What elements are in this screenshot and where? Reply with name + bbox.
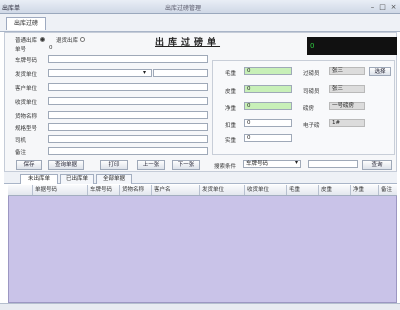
window-title: 出库过磅管理 [165,5,202,12]
grid-header-cell[interactable]: 净重 [351,185,379,195]
remark-input[interactable] [48,147,208,155]
search-field-select[interactable]: 车牌号码 [243,160,301,168]
grid-header-cell[interactable]: 客户名 [152,185,200,195]
net-label: 净重 [225,106,237,112]
grid-header-cell[interactable]: 单据号码 [33,185,88,195]
grid-header-cell[interactable]: 备注 [379,185,397,195]
close-icon[interactable]: × [389,3,398,11]
operator-label: 过磅员 [303,71,320,77]
query-docs-button[interactable]: 查询单据 [48,160,84,170]
driver-label: 司机 [15,138,27,144]
receiver-label: 收货单位 [15,100,38,106]
shipper-select[interactable] [48,69,152,77]
scale-room-value[interactable]: 一号磅房 [329,102,365,110]
actual-weight[interactable]: 0 [244,134,292,142]
gross-label: 毛重 [225,71,237,77]
document-title: 出库过磅单 [155,38,221,48]
print-button[interactable]: 打印 [100,160,128,170]
scale-room-label: 磅房 [303,106,315,112]
chevron-down-icon[interactable]: ▾ [295,159,298,166]
app-title: 出库单 [2,5,21,12]
customer-label: 客户单位 [15,86,38,92]
save-button[interactable]: 保存 [16,160,42,170]
search-input[interactable] [308,160,358,168]
maximize-icon[interactable]: □ [378,3,387,11]
weigher-label: 司磅员 [303,89,320,95]
actual-label: 实重 [225,138,237,144]
spec-label: 规格型号 [15,126,38,132]
shipper-label: 发货单位 [15,72,38,78]
grid-header-blank [8,185,33,195]
receiver-input[interactable] [48,97,208,105]
chevron-down-icon[interactable]: ▾ [143,69,146,76]
shipper-extra-input[interactable] [153,69,208,77]
search-button[interactable]: 查询 [362,160,392,170]
goods-label: 货物名称 [15,114,38,120]
grid-header-cell[interactable]: 毛重 [287,185,319,195]
plate-label: 车牌号码 [15,58,38,64]
next-button[interactable]: 下一张 [172,160,200,170]
tare-weight[interactable]: 0 [244,85,292,93]
plate-input[interactable] [48,55,208,63]
tab-all[interactable]: 全部单据 [96,174,132,184]
grid-header-cell[interactable]: 皮重 [319,185,351,195]
records-grid[interactable] [8,185,397,303]
deduct-weight[interactable]: 0 [244,119,292,127]
grid-header-cell[interactable]: 发货单位 [200,185,245,195]
minimize-icon[interactable]: – [368,3,377,11]
remark-label: 备注 [15,150,27,156]
select-operator-button[interactable]: 选择 [369,67,391,76]
tare-label: 皮重 [225,89,237,95]
e-scale-label: 电子磅 [303,123,320,129]
search-label: 搜索条件 [214,164,237,170]
e-scale-value[interactable]: 1# [329,119,365,127]
radio-normal-label: 普通出库 [15,38,38,44]
spec-input[interactable] [48,123,208,131]
radio-return-label: 退货出库 [56,38,79,44]
tab-shipped[interactable]: 已出库单 [60,174,94,184]
gross-weight[interactable]: 0 [244,67,292,75]
tab-pending[interactable]: 未出库单 [20,174,58,184]
weigher-value[interactable]: 张三 [329,85,365,93]
grid-header: 单据号码 车牌号码 货物名称 客户名 发货单位 收货单位 毛重 皮重 净重 备注 [8,185,397,196]
goods-input[interactable] [48,111,208,119]
customer-input[interactable] [48,83,208,91]
grid-header-cell[interactable]: 货物名称 [120,185,152,195]
tab-strip [0,14,400,32]
net-weight[interactable]: 0 [244,102,292,110]
scale-display: 0 [307,37,397,55]
operator-value[interactable]: 张三 [329,67,365,75]
window-titlebar: 出库单 出库过磅管理 – □ × [0,0,400,14]
tab-outbound-weighing[interactable]: 出库过磅 [6,17,46,30]
status-bar [0,303,400,310]
radio-return-outbound[interactable] [80,37,85,42]
doc-number-value: 0 [49,45,53,51]
doc-number-label: 单号 [15,47,27,53]
deduct-label: 扣重 [225,123,237,129]
grid-header-cell[interactable]: 收货单位 [245,185,287,195]
radio-normal-outbound[interactable] [40,37,45,42]
driver-input[interactable] [48,135,208,143]
grid-header-cell[interactable]: 车牌号码 [88,185,120,195]
prev-button[interactable]: 上一张 [137,160,165,170]
